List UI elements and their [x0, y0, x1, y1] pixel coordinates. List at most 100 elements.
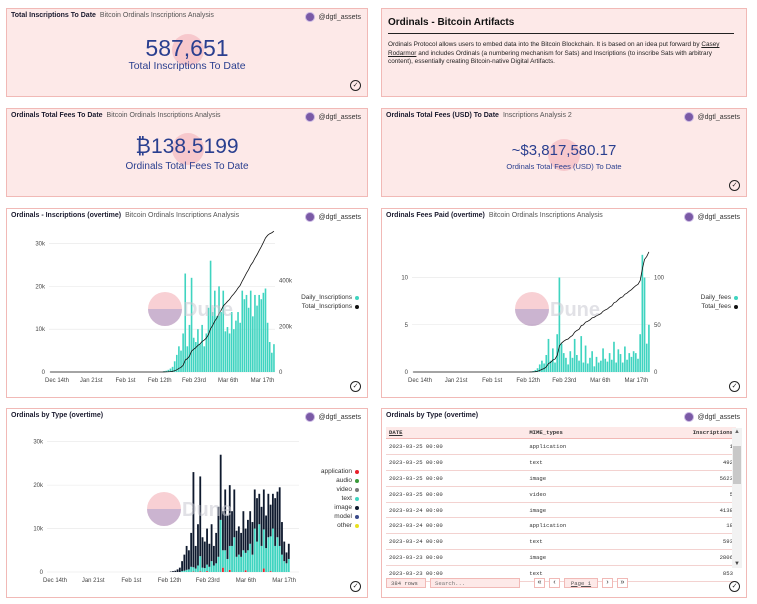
search-input[interactable] — [430, 578, 520, 588]
bar — [262, 292, 265, 372]
y2-tick-label: 0 — [654, 370, 658, 376]
cell-inscriptions: 4138 — [627, 502, 736, 519]
bar — [545, 354, 548, 372]
bar — [205, 333, 208, 372]
stacked-bar-segment — [235, 530, 238, 557]
legend-label: video — [336, 486, 352, 493]
legend-item[interactable]: application — [321, 467, 359, 476]
table-row[interactable]: 2023-03-25 00:00 image 5623 — [386, 470, 736, 487]
bar — [597, 362, 600, 372]
bar — [584, 345, 587, 372]
scroll-up-icon[interactable]: ▲ — [734, 429, 740, 435]
inscriptions-chart-panel: Ordinals - Inscriptions (overtime) Bitcoi… — [6, 208, 368, 398]
table-row[interactable]: 2023-03-24 00:00 application 18 — [386, 517, 736, 535]
stacked-bar-segment — [226, 515, 229, 559]
bar — [565, 357, 567, 372]
x-tick-label: Feb 23rd — [196, 578, 220, 584]
stacked-bar-segment — [260, 506, 263, 546]
table-row[interactable]: 2023-03-25 00:00video5 — [386, 486, 736, 503]
stacked-bar-segment — [194, 545, 197, 569]
avatar — [305, 112, 316, 122]
owner-link[interactable]: @dgtl_assets — [305, 112, 361, 122]
y2-tick-label: 50 — [654, 323, 661, 329]
bar — [639, 334, 641, 372]
owner-link[interactable]: @dgtl_assets — [305, 12, 361, 22]
panel-title[interactable]: Ordinals Total Fees (USD) To Date Inscrip… — [386, 112, 572, 119]
scrollbar-thumb[interactable] — [733, 446, 741, 484]
x-tick-label: Feb 12th — [516, 378, 540, 384]
table-row[interactable]: 2023-03-25 00:00 text 492 — [386, 454, 736, 471]
bar — [619, 354, 622, 372]
owner-link[interactable]: @dgtl_assets — [684, 412, 740, 422]
legend-item[interactable]: image — [321, 503, 359, 512]
stacked-bar-segment — [222, 550, 224, 568]
cell-inscriptions: 593 — [627, 533, 736, 551]
cell-date: 2023-03-23 00:00 — [386, 549, 527, 567]
counter-value: 587,651 — [145, 35, 229, 61]
bar — [541, 360, 543, 372]
x-tick-label: Feb 1st — [115, 378, 135, 384]
stacked-bar-segment — [276, 491, 279, 538]
stacked-bar-segment — [256, 498, 258, 542]
bar — [245, 294, 248, 372]
prev-page-button[interactable]: ‹ — [549, 578, 560, 588]
panel-title[interactable]: Ordinals Total Fees To Date Bitcoin Ordin… — [11, 112, 221, 119]
avatar — [305, 12, 316, 22]
bar — [230, 312, 233, 372]
stacked-bar-segment — [210, 524, 213, 562]
stacked-bar-segment — [258, 493, 261, 525]
panel-title[interactable]: Total Inscriptions To Date Bitcoin Ordina… — [11, 12, 214, 19]
owner-link[interactable]: @dgtl_assets — [684, 112, 740, 122]
y-tick-label: 20k — [33, 483, 44, 489]
bar — [610, 359, 613, 372]
stacked-bar-segment — [262, 529, 265, 569]
bar — [632, 351, 635, 372]
column-header-date[interactable]: DATE — [386, 427, 527, 439]
legend-item[interactable]: Total_fees — [701, 302, 738, 311]
column-header-inscriptions[interactable]: Inscriptions — [627, 427, 736, 439]
bar — [268, 342, 271, 372]
bar — [192, 337, 195, 372]
avatar — [684, 112, 695, 122]
legend-item[interactable]: model — [321, 512, 359, 521]
stacked-bar-segment — [206, 528, 208, 565]
bar — [591, 351, 593, 372]
legend-item[interactable]: other — [321, 521, 359, 530]
stacked-bar-segment — [269, 536, 272, 572]
legend-item[interactable]: text — [321, 494, 359, 503]
bar — [199, 344, 201, 372]
first-page-button[interactable]: « — [534, 578, 545, 588]
column-header-mime[interactable]: MIME_types — [526, 427, 628, 439]
row-count: 384 rows — [386, 578, 426, 588]
y-tick-label: 30k — [35, 242, 46, 248]
bar — [243, 299, 246, 372]
page-indicator[interactable]: Page 1 — [564, 578, 598, 588]
legend-item[interactable]: Daily_fees — [701, 293, 738, 302]
counter-value: ~$3,817,580.17 — [511, 142, 617, 159]
table-row[interactable]: 2023-03-23 00:00 image 2806 — [386, 549, 736, 567]
stacked-bar-segment — [201, 567, 204, 572]
legend-item[interactable]: Total_Inscriptions — [301, 302, 359, 311]
table-scrollbar[interactable]: ▲ ▼ — [732, 428, 742, 568]
stacked-bar-segment — [244, 570, 247, 572]
bar — [264, 288, 267, 372]
table-row[interactable]: 2023-03-24 00:00 image 4138 — [386, 502, 736, 519]
bar — [201, 324, 203, 372]
cell-mime-type: text — [526, 454, 628, 471]
legend-item[interactable]: Daily_Inscriptions — [301, 293, 359, 302]
watermark-text: Dune — [550, 299, 600, 321]
legend-item[interactable]: audio — [321, 476, 359, 485]
panel-title[interactable]: Ordinals by Type (overtime) — [386, 412, 478, 419]
table-row[interactable]: 2023-03-25 00:00application1 — [386, 438, 736, 455]
by-type-table-panel: Ordinals by Type (overtime) @dgtl_assets… — [381, 408, 747, 598]
scroll-down-icon[interactable]: ▼ — [734, 561, 740, 567]
table-row[interactable]: 2023-03-24 00:00 text 593 — [386, 533, 736, 551]
cell-mime-type: image — [526, 502, 628, 519]
legend-item[interactable]: video — [321, 485, 359, 494]
last-page-button[interactable]: » — [617, 578, 628, 588]
bar — [233, 329, 235, 372]
stacked-bar-segment — [285, 552, 288, 564]
bar — [203, 346, 206, 372]
next-page-button[interactable]: › — [602, 578, 613, 588]
y-tick-label: 5 — [405, 323, 409, 329]
